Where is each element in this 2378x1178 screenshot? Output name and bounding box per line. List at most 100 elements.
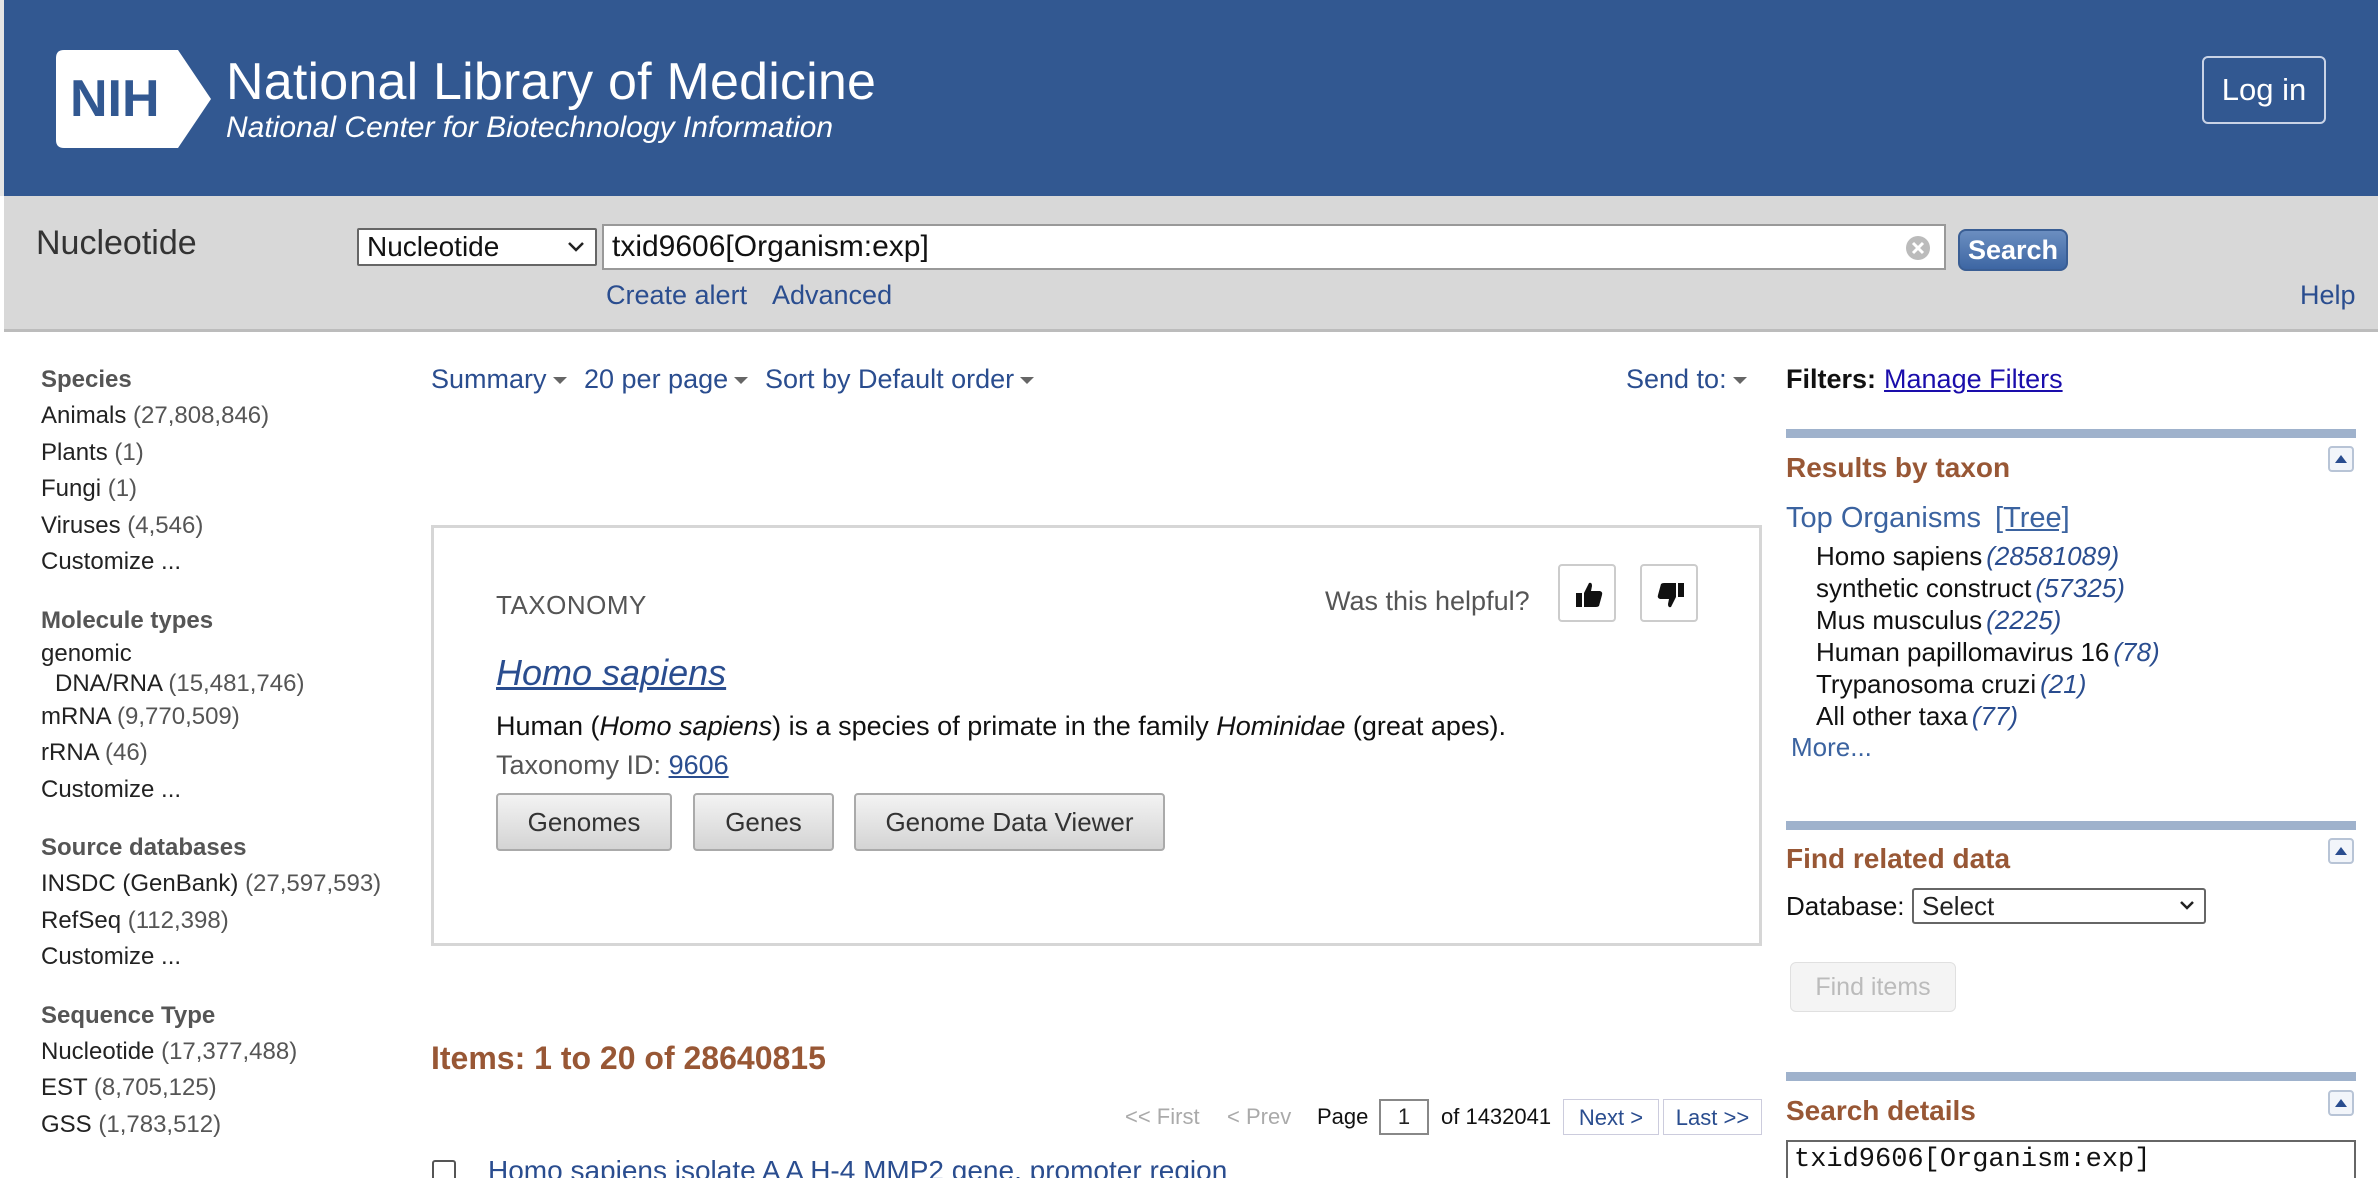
organism-item[interactable]: Human papillomavirus 16 (78) (1816, 636, 2160, 668)
send-to-menu[interactable]: Send to: (1626, 364, 1747, 395)
manage-filters-link[interactable]: Manage Filters (1884, 364, 2063, 394)
search-input[interactable]: txid9606[Organism:exp] (602, 224, 1946, 270)
helpful-prompt: Was this helpful? (1325, 586, 1530, 616)
facet-species: Species Animals (27,808,846) Plants (1) … (41, 362, 411, 581)
facet-sidebar: Species Animals (27,808,846) Plants (1) … (41, 362, 411, 1165)
collapse-icon (2335, 455, 2347, 463)
facet-item-genomic[interactable]: genomic (41, 639, 411, 669)
facet-item-animals[interactable]: Animals (27,808,846) (41, 398, 411, 435)
per-page-menu[interactable]: 20 per page (584, 364, 749, 395)
taxonomy-box: TAXONOMY Was this helpful? Homo sapiens … (431, 525, 1762, 946)
facet-item-refseq[interactable]: RefSeq (112,398) (41, 903, 411, 940)
filters-label: Filters: (1786, 364, 1877, 394)
nih-logo[interactable]: NIH (56, 50, 211, 148)
facet-sequence-type: Sequence Type Nucleotide (17,377,488) ES… (41, 998, 411, 1144)
portlet-divider (1786, 1072, 2356, 1081)
taxonomy-id-link[interactable]: 9606 (669, 750, 729, 780)
genome-data-viewer-button[interactable]: Genome Data Viewer (854, 793, 1165, 851)
search-details-textarea[interactable]: txid9606[Organism:exp] (1786, 1140, 2356, 1178)
taxonomy-description: Human (Homo sapiens) is a species of pri… (496, 711, 1506, 741)
more-organisms-link[interactable]: More... (1791, 732, 1872, 763)
search-details-title: Search details (1786, 1095, 1976, 1126)
facet-heading: Molecule types (41, 606, 214, 634)
chevron-down-icon (2180, 901, 2194, 910)
thumbs-down-button[interactable] (1640, 564, 1698, 622)
site-header: NIH National Library of Medicine Nationa… (0, 0, 2378, 196)
organism-list: Homo sapiens (28581089) synthetic constru… (1816, 540, 2160, 732)
related-database-value: Select (1922, 891, 1995, 921)
facet-customize-molecule[interactable]: Customize ... (41, 772, 411, 809)
facet-item-insdc[interactable]: INSDC (GenBank) (27,597,593) (41, 866, 411, 903)
thumbs-up-button[interactable] (1558, 564, 1616, 622)
facet-heading: Sequence Type (41, 1001, 216, 1029)
search-button[interactable]: Search (1958, 229, 2068, 271)
facet-item-genomic-dna[interactable]: DNA/RNA (15,481,746) (41, 669, 411, 699)
taxonomy-title-link[interactable]: Homo sapiens (496, 652, 726, 694)
collapse-taxon-button[interactable] (2328, 446, 2354, 472)
organism-item[interactable]: Trypanosoma cruzi (21) (1816, 668, 2160, 700)
find-related-data-title: Find related data (1786, 843, 2011, 874)
organism-item[interactable]: synthetic construct (57325) (1816, 572, 2160, 604)
page-label: Page (1317, 1104, 1369, 1129)
database-name: Nucleotide (36, 224, 197, 262)
organism-item[interactable]: Homo sapiens (28581089) (1816, 540, 2160, 572)
facet-molecule-types: Molecule types genomic DNA/RNA (15,481,7… (41, 603, 411, 809)
facet-item-nucleotide[interactable]: Nucleotide (17,377,488) (41, 1034, 411, 1071)
help-link[interactable]: Help (2300, 280, 2356, 311)
genes-button[interactable]: Genes (693, 793, 834, 851)
facet-item-mrna[interactable]: mRNA (9,770,509) (41, 699, 411, 736)
thumbs-down-icon (1657, 583, 1684, 608)
facet-item-viruses[interactable]: Viruses (4,546) (41, 508, 411, 545)
find-items-button[interactable]: Find items (1790, 962, 1956, 1012)
related-database-select[interactable]: Select (1912, 888, 2206, 924)
result-title-link[interactable]: Homo sapiens isolate A A H-4 MMP2 gene, … (488, 1155, 1227, 1178)
items-count: Items: 1 to 20 of 28640815 (431, 1040, 826, 1076)
taxonomy-label: TAXONOMY (496, 590, 647, 620)
organism-item[interactable]: All other taxa (77) (1816, 700, 2160, 732)
facet-heading: Source databases (41, 834, 247, 861)
page-number-input[interactable]: 1 (1379, 1099, 1429, 1135)
filters-bar: Filters: Manage Filters (1786, 364, 2063, 395)
facet-item-rrna[interactable]: rRNA (46) (41, 735, 411, 772)
chevron-down-icon (568, 242, 584, 252)
genomes-button[interactable]: Genomes (496, 793, 672, 851)
top-organisms-heading: Top Organisms [Tree] (1786, 502, 2070, 534)
facet-item-gss[interactable]: GSS (1,783,512) (41, 1107, 411, 1144)
site-title[interactable]: National Library of Medicine (226, 50, 876, 114)
collapse-related-button[interactable] (2328, 838, 2354, 864)
taxonomy-id: Taxonomy ID: 9606 (496, 750, 729, 780)
facet-item-est[interactable]: EST (8,705,125) (41, 1070, 411, 1107)
first-page-link[interactable]: << First (1125, 1099, 1200, 1135)
page-total: of 1432041 (1441, 1104, 1552, 1129)
clear-icon[interactable] (1904, 234, 1932, 262)
collapse-icon (2335, 1099, 2347, 1107)
caret-down-icon (734, 377, 749, 385)
search-bar: Nucleotide Nucleotide txid9606[Organism:… (4, 196, 2378, 332)
caret-down-icon (1020, 377, 1035, 385)
prev-page-link[interactable]: < Prev (1227, 1099, 1291, 1135)
last-page-link[interactable]: Last >> (1663, 1099, 1762, 1135)
create-alert-link[interactable]: Create alert (606, 280, 747, 311)
login-button[interactable]: Log in (2202, 56, 2326, 124)
collapse-details-button[interactable] (2328, 1090, 2354, 1116)
thumbs-up-icon (1576, 582, 1603, 607)
database-label: Database: (1786, 891, 1905, 921)
collapse-icon (2335, 847, 2347, 855)
summary-format-menu[interactable]: Summary (431, 364, 567, 395)
facet-item-plants[interactable]: Plants (1) (41, 435, 411, 472)
facet-source-databases: Source databases INSDC (GenBank) (27,597… (41, 830, 411, 976)
facet-customize-species[interactable]: Customize ... (41, 544, 411, 581)
site-subtitle[interactable]: National Center for Biotechnology Inform… (226, 110, 833, 146)
facet-heading: Species (41, 366, 132, 393)
facet-item-fungi[interactable]: Fungi (1) (41, 471, 411, 508)
database-select-value: Nucleotide (367, 231, 500, 262)
sort-menu[interactable]: Sort by Default order (765, 364, 1035, 395)
portlet-divider (1786, 821, 2356, 830)
result-checkbox[interactable] (432, 1160, 456, 1178)
tree-link[interactable]: [Tree] (1995, 502, 2070, 534)
organism-item[interactable]: Mus musculus (2225) (1816, 604, 2160, 636)
facet-customize-source[interactable]: Customize ... (41, 939, 411, 976)
advanced-search-link[interactable]: Advanced (772, 280, 892, 311)
next-page-link[interactable]: Next > (1563, 1099, 1659, 1135)
database-select[interactable]: Nucleotide (357, 228, 597, 266)
